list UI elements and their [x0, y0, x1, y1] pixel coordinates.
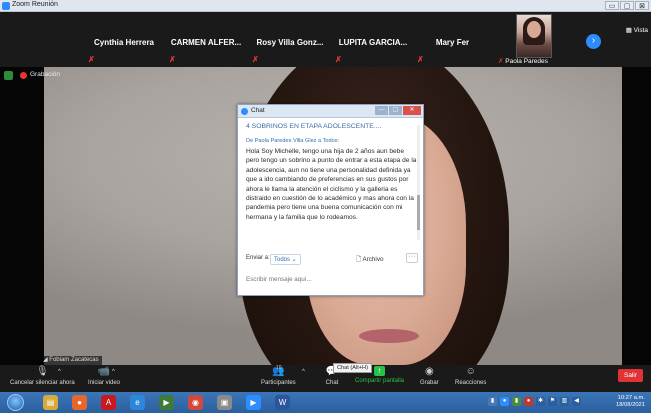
chat-scrollbar-thumb[interactable] — [417, 195, 420, 230]
leave-meeting-button[interactable]: Salir — [618, 369, 643, 382]
taskbar-media-player-icon[interactable]: ▶ — [159, 395, 174, 410]
participants-options-caret[interactable]: ^ — [302, 369, 305, 375]
start-video-button[interactable]: 📹 Iniciar video — [88, 366, 120, 386]
taskbar-chrome-icon[interactable]: ◉ — [188, 395, 203, 410]
file-button[interactable]: 🗋 Archivo — [356, 254, 383, 265]
volume-icon[interactable]: ◀ — [572, 397, 581, 406]
mic-muted-icon: ✗ — [335, 55, 342, 64]
chat-scrollbar[interactable] — [417, 125, 420, 240]
participant-tile[interactable]: Cynthia Herrera ✗ — [86, 12, 162, 67]
participant-tile[interactable]: Rosy Villa Gonz... ✗ — [250, 12, 330, 67]
chat-window-controls: — ▢ ✕ — [374, 106, 421, 115]
record-button[interactable]: ◉ Grabar — [420, 366, 439, 386]
participant-name: LUPITA GARCIA... — [338, 38, 408, 47]
participant-tile[interactable]: CARMEN ALFER... ✗ — [167, 12, 245, 67]
chat-tooltip: Chat (Alt+H) — [333, 363, 372, 373]
record-icon: ◉ — [424, 366, 434, 377]
taskbar-acrobat-icon[interactable]: A — [101, 395, 116, 410]
taskbar-firefox-icon[interactable]: ● — [72, 395, 87, 410]
participant-video-thumbnail — [516, 14, 552, 58]
chat-close-button[interactable]: ✕ — [403, 106, 421, 115]
close-button[interactable]: ⊠ — [635, 1, 649, 10]
participant-name: CARMEN ALFER... — [170, 38, 242, 47]
taskbar-word-icon[interactable]: W — [275, 395, 290, 410]
grid-icon: ▦ — [625, 27, 634, 34]
system-clock[interactable]: 10:27 a.m. 18/08/2021 — [616, 395, 645, 409]
reactions-button[interactable]: ☺ Reacciones — [455, 366, 486, 386]
meeting-toolbar: 🎙 Cancelar silenciar ahora ^ 📹 Iniciar v… — [0, 365, 651, 392]
os-taskbar: ▤ ● Ae ▶ ◉ ▣ ▶ W ▮ ● ▮ ● ✱ ⚑ ▥ ◀ 10:27 a.m. 18/… — [0, 392, 651, 413]
clock-time: 10:27 a.m. — [617, 395, 645, 401]
more-options-button[interactable]: ··· — [406, 253, 418, 263]
flag-icon[interactable]: ⚑ — [548, 397, 557, 406]
zoom-app-icon — [2, 2, 10, 10]
video-camera-icon: 📹 — [97, 366, 111, 377]
participant-name: ✗ Paola Paredes — [498, 58, 548, 65]
participant-tile[interactable]: Mary Fer ✗ — [415, 12, 490, 67]
participant-strip: Cynthia Herrera ✗ CARMEN ALFER... ✗ Rosy… — [0, 12, 651, 67]
chat-maximize-button[interactable]: ▢ — [389, 106, 402, 115]
taskbar-file-explorer-icon[interactable]: ▤ — [43, 395, 58, 410]
taskbar-photos-icon[interactable]: ▣ — [217, 395, 232, 410]
chat-message-text: Hola Soy Michelle, tengo una hija de 2 a… — [246, 148, 417, 221]
window-title: Zoom Reunión — [12, 1, 58, 8]
mic-muted-icon: ✗ — [417, 55, 424, 64]
participant-name: Cynthia Herrera — [93, 38, 155, 47]
participants-button[interactable]: 👥 10 Participantes — [261, 365, 296, 386]
chat-minimize-button[interactable]: — — [375, 106, 388, 115]
tray-app-icon[interactable]: ▮ — [512, 397, 521, 406]
active-speaker-name: ◢ Fobiam Zacatecas — [40, 356, 102, 365]
maximize-button[interactable]: ▢ — [620, 1, 634, 10]
microphone-icon: 🎙 — [35, 366, 49, 377]
participant-tile-photo[interactable]: ✗ Paola Paredes — [494, 12, 574, 67]
mic-muted-icon: ✗ — [169, 55, 176, 64]
emoji-icon: ☺ — [465, 366, 476, 377]
send-to-dropdown[interactable]: Todos ⌄ — [270, 254, 301, 265]
network-icon[interactable]: ▥ — [560, 397, 569, 406]
start-button[interactable] — [7, 394, 24, 411]
next-page-button[interactable]: › — [586, 34, 601, 49]
taskbar-zoom-icon[interactable]: ▶ — [246, 395, 261, 410]
chat-message-previous: 4 SOBRINOS EN ETAPA ADOLESCENTE.... — [246, 123, 382, 130]
video-options-caret[interactable]: ^ — [112, 369, 115, 375]
clock-date: 18/08/2021 — [615, 402, 645, 408]
antivirus-icon[interactable]: ● — [524, 397, 533, 406]
chat-window[interactable]: Chat — ▢ ✕ 4 SOBRINOS EN ETAPA ADOLESCEN… — [237, 104, 424, 296]
participant-name: Rosy Villa Gonz... — [256, 38, 324, 47]
bluetooth-icon[interactable]: ✱ — [536, 397, 545, 406]
chat-messages: 4 SOBRINOS EN ETAPA ADOLESCENTE.... De P… — [246, 123, 418, 243]
participant-tile[interactable]: LUPITA GARCIA... ✗ — [333, 12, 413, 67]
window-title-bar: Zoom Reunión ▭ ▢ ⊠ — [0, 0, 651, 12]
mic-muted-icon: ✗ — [88, 55, 95, 64]
tray-app-icon[interactable]: ▮ — [488, 397, 497, 406]
system-tray: ▮ ● ▮ ● ✱ ⚑ ▥ ◀ — [488, 397, 581, 406]
taskbar-edge-icon[interactable]: e — [130, 395, 145, 410]
shield-icon[interactable] — [4, 71, 13, 80]
participants-count: 10 — [276, 365, 282, 371]
zoom-tray-icon[interactable]: ● — [500, 397, 509, 406]
chat-message-input[interactable] — [246, 268, 418, 290]
mic-muted-icon: ✗ — [252, 55, 259, 64]
mute-options-caret[interactable]: ^ — [58, 369, 61, 375]
minimize-button[interactable]: ▭ — [605, 1, 619, 10]
chat-title: Chat — [251, 107, 265, 114]
participant-name: Mary Fer — [435, 38, 470, 47]
chat-icon — [241, 108, 248, 115]
send-to-label: Enviar a: — [246, 255, 270, 261]
share-screen-icon: ↑ — [374, 366, 386, 376]
recording-icon — [20, 72, 27, 79]
view-button[interactable]: ▦ Vista — [626, 26, 648, 34]
recording-label: Grabación — [30, 71, 60, 78]
window-controls: ▭ ▢ ⊠ — [605, 1, 649, 10]
chat-message-sender: De Paola Paredes Villa Glez a Todos: — [246, 138, 340, 144]
chat-footer: Enviar a: Todos ⌄ 🗋 Archivo ··· — [246, 253, 418, 265]
mute-button[interactable]: 🎙 Cancelar silenciar ahora — [10, 366, 75, 386]
chat-title-bar[interactable]: Chat — ▢ ✕ — [238, 105, 423, 118]
